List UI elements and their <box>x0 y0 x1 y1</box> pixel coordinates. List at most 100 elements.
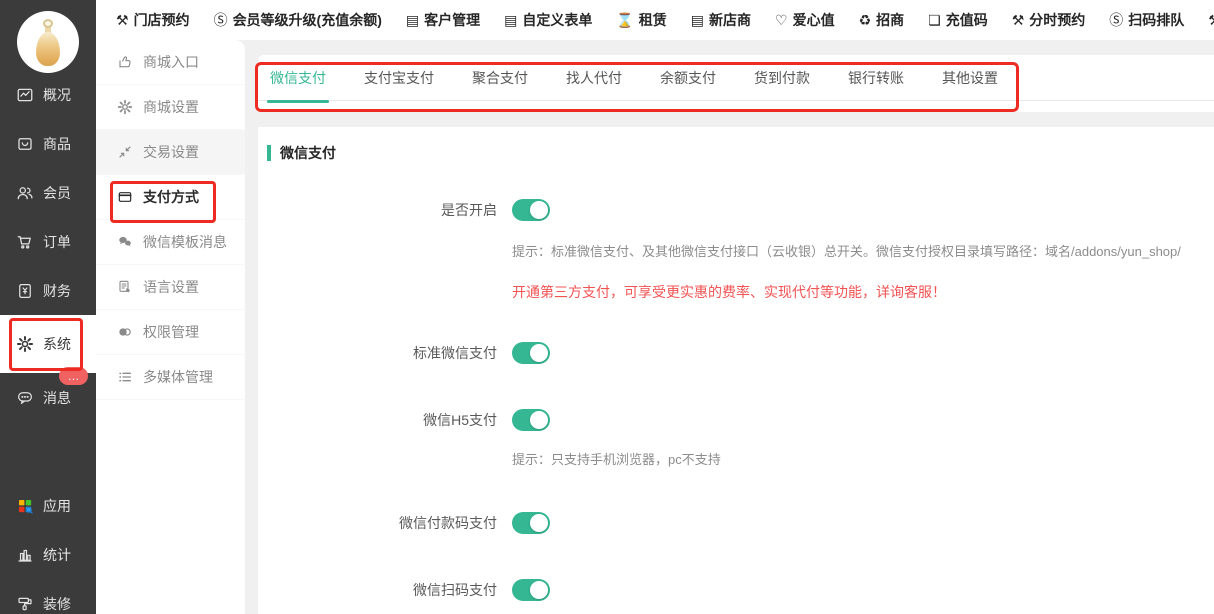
tag-icon: ❏ <box>928 13 941 27</box>
topbar-item-customer-mgmt[interactable]: ▤ 客户管理 <box>406 10 480 30</box>
topbar-item-label: 爱心值 <box>793 10 835 30</box>
third-party-warning-text: 开通第三方支付，可享受更实惠的费率、实现代付等功能，详询客服！ <box>512 282 1214 302</box>
main-sidebar: 概况 商品 会员 订单 财务 系统 消息 应用 <box>0 0 96 614</box>
topbar-item-scan-queue[interactable]: Ⓢ 扫码排队 <box>1109 10 1184 30</box>
payment-tabs: 微信支付 支付宝支付 聚合支付 找人代付 余额支付 货到付款 银行转账 其他设置 <box>258 55 1214 101</box>
topbar-item-love-value[interactable]: ♡ 爱心值 <box>775 10 835 30</box>
tab-aggregate-pay[interactable]: 聚合支付 <box>472 55 528 101</box>
toggle-qrcode-pay-switch[interactable] <box>512 579 550 601</box>
system-submenu: 商城入口 商城设置 交易设置 支付方式 微信模板消息 语言设置 权限管理 多媒体… <box>96 40 245 614</box>
tab-cod[interactable]: 货到付款 <box>754 55 810 101</box>
submenu-item-payment-methods[interactable]: 支付方式 <box>96 175 245 220</box>
sidebar-item-goods[interactable]: 商品 <box>0 119 96 168</box>
sidebar-nav: 概况 商品 会员 订单 财务 系统 消息 应用 <box>0 70 96 614</box>
switch-knob <box>530 514 548 532</box>
line-chart-icon <box>16 86 34 104</box>
topbar-item-leasing[interactable]: ⌛ 租赁 <box>616 10 666 30</box>
section-header: 微信支付 <box>267 143 1214 163</box>
gear-icon <box>117 99 133 115</box>
switch-knob <box>530 581 548 599</box>
form-row-h5-pay: 微信H5支付 <box>258 409 1214 431</box>
sidebar-item-stats[interactable]: 统计 <box>0 530 96 579</box>
toggle-h5-pay-switch[interactable] <box>512 409 550 431</box>
sidebar-spacer <box>0 422 96 481</box>
topbar-item-label: 客户管理 <box>424 10 480 30</box>
sidebar-item-overview[interactable]: 概况 <box>0 70 96 119</box>
sidebar-item-finance[interactable]: 财务 <box>0 266 96 315</box>
topbar-item-member-upgrade[interactable]: Ⓢ 会员等级升级(充值余额) <box>214 10 382 30</box>
credit-card-icon <box>117 189 133 205</box>
submenu-item-wechat-template[interactable]: 微信模板消息 <box>96 220 245 265</box>
language-doc-icon <box>117 279 133 295</box>
enable-hint-text: 提示：标准微信支付、及其他微信支付接口（云收银）总开关。微信支付授权目录填写路径… <box>512 241 1214 260</box>
topbar-item-recharge-code[interactable]: ❏ 充值码 <box>928 10 988 30</box>
field-label: 微信H5支付 <box>258 410 497 430</box>
tab-bank-transfer[interactable]: 银行转账 <box>848 55 904 101</box>
shopping-bag-icon <box>16 135 34 153</box>
wechat-pay-settings-card: 微信支付 是否开启 提示：标准微信支付、及其他微信支付接口（云收银）总开关。微信… <box>258 127 1214 614</box>
bar-chart-icon <box>16 546 34 564</box>
thumb-up-icon <box>117 54 133 70</box>
tab-alipay[interactable]: 支付宝支付 <box>364 55 434 101</box>
gear-icon <box>16 335 34 353</box>
field-label: 是否开启 <box>258 200 497 220</box>
form-row-enable: 是否开启 <box>258 199 1214 221</box>
topbar-item-label: 招商 <box>876 10 904 30</box>
sidebar-item-orders[interactable]: 订单 <box>0 217 96 266</box>
paint-roller-icon <box>16 595 34 613</box>
chat-bubble-icon <box>16 389 34 407</box>
field-label: 微信付款码支付 <box>258 513 497 533</box>
submenu-item-mall-entrance[interactable]: 商城入口 <box>96 40 245 85</box>
submenu-item-language-settings[interactable]: 语言设置 <box>96 265 245 310</box>
hammer-icon: ⚒ <box>116 13 129 27</box>
form-row-standard-wechat: 标准微信支付 <box>258 342 1214 364</box>
topbar-item-custom-form[interactable]: ▤ 自定义表单 <box>504 10 592 30</box>
payment-tabs-card: 微信支付 支付宝支付 聚合支付 找人代付 余额支付 货到付款 银行转账 其他设置 <box>258 55 1214 112</box>
field-label: 标准微信支付 <box>258 343 497 363</box>
sidebar-item-decorate[interactable]: 装修 <box>0 579 96 614</box>
topbar-item-time-booking[interactable]: ⚒ 分时预约 <box>1012 10 1086 30</box>
hourglass-icon: ⌛ <box>616 13 633 27</box>
topbar-item-investment[interactable]: ♻ 招商 <box>859 10 905 30</box>
topbar-item-new-store[interactable]: ▤ 新店商 <box>691 10 751 30</box>
form-icon: ▤ <box>406 13 419 27</box>
sidebar-item-members[interactable]: 会员 <box>0 168 96 217</box>
hammer-icon: ⚒ <box>1208 13 1214 27</box>
topbar-item-label: 自定义表单 <box>522 10 592 30</box>
submenu-item-media-mgmt[interactable]: 多媒体管理 <box>96 355 245 400</box>
toggle-enable-switch[interactable] <box>512 199 550 221</box>
submenu-item-permission-mgmt[interactable]: 权限管理 <box>96 310 245 355</box>
sidebar-item-system[interactable]: 系统 <box>0 315 96 373</box>
toggle-micropay-switch[interactable] <box>512 512 550 534</box>
toggle-standard-wechat-switch[interactable] <box>512 342 550 364</box>
users-icon <box>16 184 34 202</box>
switch-knob <box>530 411 548 429</box>
topbar-item-label: 租赁 <box>639 10 667 30</box>
form-icon: ▤ <box>504 13 517 27</box>
topbar-item-label: 新店商 <box>709 10 751 30</box>
cart-icon <box>16 233 34 251</box>
tab-wechat-pay[interactable]: 微信支付 <box>270 55 326 101</box>
submenu-item-mall-settings[interactable]: 商城设置 <box>96 85 245 130</box>
overlapping-circles-icon <box>117 324 133 340</box>
switch-knob <box>530 344 548 362</box>
topbar-item-label: 门店预约 <box>134 10 190 30</box>
main-content: 微信支付 支付宝支付 聚合支付 找人代付 余额支付 货到付款 银行转账 其他设置… <box>245 40 1214 614</box>
sidebar-item-apps[interactable]: 应用 <box>0 481 96 530</box>
submenu-item-trade-settings[interactable]: 交易设置 <box>96 130 245 175</box>
form-icon: ▤ <box>691 13 704 27</box>
message-notification-badge: … <box>59 367 88 385</box>
h5-hint-text: 提示：只支持手机浏览器，pc不支持 <box>512 449 1214 468</box>
tab-balance-pay[interactable]: 余额支付 <box>660 55 716 101</box>
topbar-item-label: 扫码排队 <box>1128 10 1184 30</box>
topbar-item-label: 充值码 <box>946 10 988 30</box>
tab-other-settings[interactable]: 其他设置 <box>942 55 998 101</box>
recycle-icon: ♻ <box>859 13 872 27</box>
topbar-item-partial[interactable]: ⚒ <box>1208 13 1214 27</box>
shop-avatar[interactable] <box>17 11 79 73</box>
tab-proxy-pay[interactable]: 找人代付 <box>566 55 622 101</box>
section-title: 微信支付 <box>280 143 336 163</box>
topbar-item-store-booking[interactable]: ⚒ 门店预约 <box>116 10 190 30</box>
switch-knob <box>530 201 548 219</box>
list-icon <box>117 369 133 385</box>
